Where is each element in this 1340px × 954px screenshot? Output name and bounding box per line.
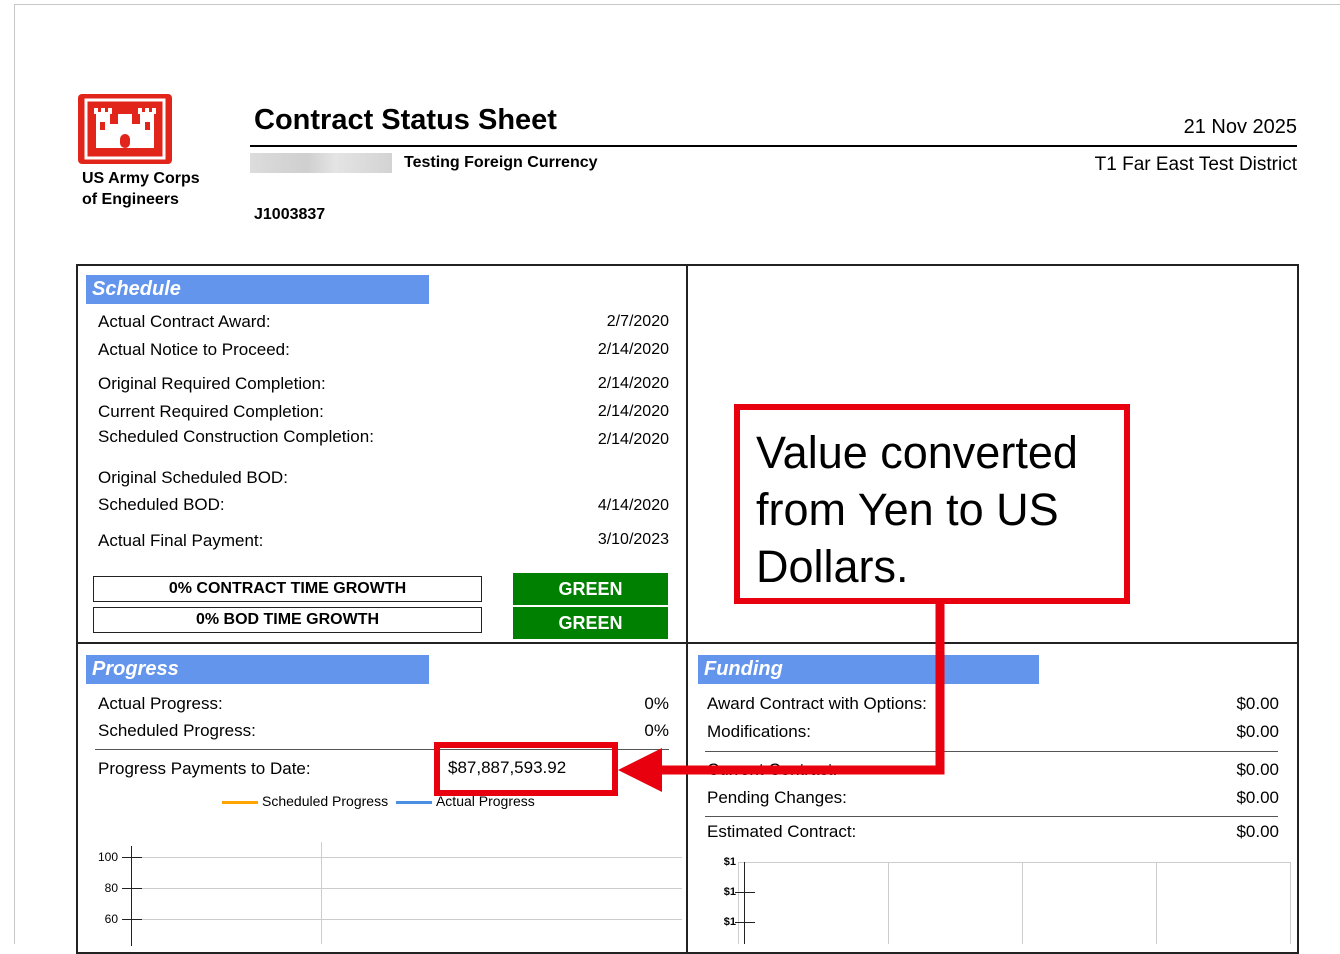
- funding-rule: [705, 816, 1278, 817]
- schedule-label: Actual Notice to Proceed:: [98, 340, 290, 359]
- org-line-1: US Army Corps: [82, 170, 200, 187]
- schedule-value: 2/14/2020: [597, 403, 669, 420]
- schedule-label: Current Required Completion:: [98, 402, 324, 421]
- schedule-value: 2/7/2020: [606, 313, 669, 330]
- progress-gridline: [122, 888, 682, 889]
- progress-tick-mark: [122, 919, 142, 920]
- progress-header: Progress: [86, 655, 429, 684]
- progress-gridline: [122, 857, 682, 858]
- progress-y-axis: [131, 846, 132, 946]
- redacted-field: [250, 153, 392, 173]
- funding-value: $0.00: [1236, 722, 1279, 741]
- progress-y-tick-label: 60: [104, 912, 118, 926]
- actual-progress-label: Actual Progress:: [98, 694, 223, 713]
- progress-y-tick-label: 80: [104, 881, 118, 895]
- schedule-label: Original Required Completion:: [98, 374, 326, 393]
- organization-name: US Army Corps of Engineers: [82, 168, 200, 210]
- scheduled-progress-label: Scheduled Progress:: [98, 721, 256, 740]
- progress-tick-mark: [122, 888, 142, 889]
- contract-time-growth: 0% CONTRACT TIME GROWTH: [93, 576, 482, 602]
- schedule-header: Schedule: [86, 275, 429, 304]
- currency-callout: Value converted from Yen to US Dollars.: [734, 404, 1130, 604]
- progress-gridline: [122, 919, 682, 920]
- schedule-label: Scheduled Construction Completion:: [98, 427, 374, 446]
- progress-y-tick-label: 100: [97, 850, 118, 864]
- funding-gridline-v: [888, 862, 889, 944]
- schedule-value: 2/14/2020: [597, 431, 669, 448]
- funding-y-axis: [744, 862, 745, 944]
- page-title: Contract Status Sheet: [254, 104, 557, 136]
- district-name: T1 Far East Test District: [1094, 154, 1297, 175]
- title-rule: [250, 145, 1297, 147]
- actual-legend-swatch: [395, 800, 432, 804]
- funding-value: $0.00: [1236, 760, 1279, 779]
- payments-highlight-box: [434, 742, 618, 796]
- callout-arrow: [618, 598, 945, 792]
- funding-tick-mark: [735, 892, 755, 893]
- funding-value: $0.00: [1236, 694, 1279, 713]
- funding-tick-mark: [735, 922, 755, 923]
- funding-y-tick-label: $1: [723, 856, 736, 868]
- schedule-value: 2/14/2020: [597, 341, 669, 358]
- bod-time-growth: 0% BOD TIME GROWTH: [93, 607, 482, 633]
- report-date: 21 Nov 2025: [1183, 116, 1297, 138]
- schedule-value: 2/14/2020: [597, 375, 669, 392]
- funding-value: $0.00: [1236, 822, 1279, 841]
- schedule-label: Actual Final Payment:: [98, 531, 264, 550]
- funding-value: $0.00: [1236, 788, 1279, 807]
- progress-tick-mark: [122, 857, 142, 858]
- project-name: Testing Foreign Currency: [404, 154, 598, 171]
- org-line-2: of Engineers: [82, 191, 179, 208]
- scheduled-legend-label: Scheduled Progress: [262, 793, 389, 809]
- funding-label: Estimated Contract:: [707, 822, 857, 841]
- funding-y-tick-label: $1: [723, 916, 736, 928]
- schedule-label: Actual Contract Award:: [98, 312, 271, 331]
- progress-payments-label: Progress Payments to Date:: [98, 759, 311, 778]
- schedule-label: Original Scheduled BOD:: [98, 468, 288, 487]
- schedule-value: 4/14/2020: [597, 497, 669, 514]
- funding-y-tick-label: $1: [723, 886, 736, 898]
- funding-gridline-v: [1022, 862, 1023, 944]
- schedule-value: 3/10/2023: [597, 531, 669, 548]
- funding-gridline-v: [1156, 862, 1157, 944]
- funding-chart-area: [738, 862, 1291, 944]
- contract-number: J1003837: [254, 206, 326, 223]
- usace-castle-logo: [78, 94, 172, 164]
- scheduled-legend-swatch: [222, 800, 258, 804]
- schedule-label: Scheduled BOD:: [98, 495, 225, 514]
